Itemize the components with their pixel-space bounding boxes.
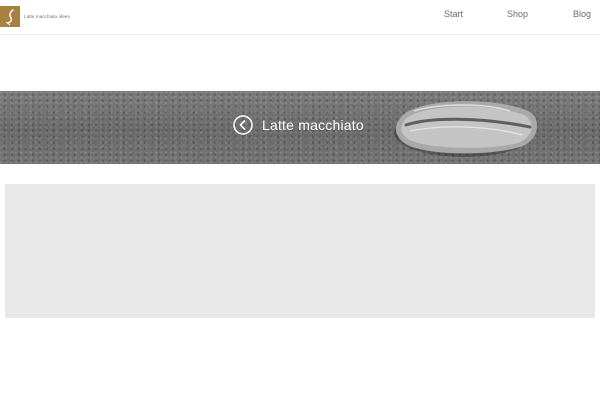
coffee-bean-icon xyxy=(394,101,538,157)
site-logo[interactable]: Latte macchiato ideen xyxy=(0,6,70,27)
hero-banner: Latte macchiato xyxy=(0,91,600,164)
page-title: Latte macchiato xyxy=(262,117,364,133)
nav-item-start[interactable]: Start xyxy=(444,9,463,19)
banner-title: Latte macchiato xyxy=(233,113,364,137)
coffee-logo-icon xyxy=(0,6,20,27)
site-header: Latte macchiato ideen Start Shop Blog xyxy=(0,0,600,35)
logo-text: Latte macchiato ideen xyxy=(24,14,71,19)
content-placeholder xyxy=(5,184,595,318)
nav-item-shop[interactable]: Shop xyxy=(507,9,528,19)
nav-item-blog[interactable]: Blog xyxy=(573,9,591,19)
chevron-left-circle-icon[interactable] xyxy=(233,115,253,135)
